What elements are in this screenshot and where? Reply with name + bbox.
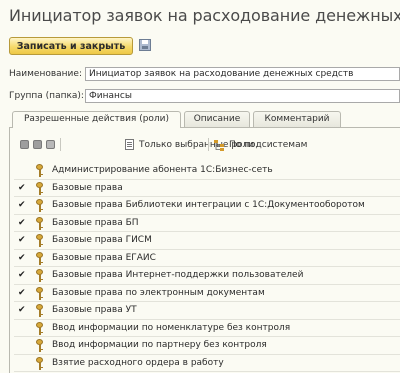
tab-description[interactable]: Описание [184,111,250,127]
save-and-close-button[interactable]: Записать и закрыть [9,37,133,55]
role-label: Администрирование абонента 1С:Бизнес-сет… [52,165,273,175]
list-item[interactable]: ✔ Базовые права БП [14,215,400,232]
key-icon [36,269,44,282]
roles-list: Администрирование абонента 1С:Бизнес-сет… [14,162,400,372]
document-icon[interactable] [125,139,134,150]
list-item[interactable]: ✔ Базовые права УТ [14,302,400,320]
role-label: Базовые права ГИСМ [52,235,152,245]
toolbar-divider-2 [208,138,209,151]
role-label: Базовые права Интернет-поддержки пользов… [52,270,304,280]
role-checkbox[interactable]: ✔ [18,270,26,280]
role-label: Базовые права [52,182,123,193]
role-checkbox[interactable]: ✔ [18,218,26,228]
toolbar-icon[interactable] [46,140,55,149]
role-checkbox[interactable]: ✔ [18,305,26,315]
role-label: Базовые права БП [52,217,139,228]
role-label: Базовые права ЕГАИС [52,252,156,263]
check-all-icon[interactable] [20,140,29,149]
key-icon [36,216,44,230]
key-icon [36,321,44,335]
role-checkbox[interactable]: ✔ [18,253,26,263]
list-item[interactable]: Взятие расходного ордера в работу [14,355,400,372]
subsystems-icon[interactable] [213,139,225,151]
role-checkbox[interactable]: ✔ [18,200,26,210]
list-item[interactable]: ✔ Базовые права [14,180,400,197]
list-item[interactable]: Администрирование абонента 1С:Бизнес-сет… [14,162,400,180]
list-item[interactable]: Ввод информации по партнеру без контроля [14,337,400,355]
name-field[interactable]: Инициатор заявок на расходование денежны… [85,67,400,81]
role-checkbox[interactable]: ✔ [18,288,26,298]
role-label: Взятие расходного ордера в работу [52,357,224,368]
role-label: Ввод информации по номенклатуре без конт… [52,322,291,333]
window-title: Инициатор заявок на расходование денежны… [9,6,400,25]
key-icon [36,234,44,247]
list-item[interactable]: ✔ Базовые права Интернет-поддержки польз… [14,267,400,285]
role-checkbox[interactable]: ✔ [18,183,26,193]
role-label: Ввод информации по партнеру без контроля [52,340,267,350]
role-checkbox[interactable]: ✔ [18,235,26,245]
key-icon [36,356,44,370]
key-icon [36,304,44,317]
key-icon [36,199,44,212]
name-label: Наименование: [9,69,82,79]
save-icon[interactable] [139,39,151,51]
group-field[interactable]: Финансы [85,89,400,103]
role-label: Базовые права Библиотеки интеграции с 1С… [52,200,365,210]
list-item[interactable]: ✔ Базовые права Библиотеки интеграции с … [14,197,400,215]
uncheck-all-icon[interactable] [33,140,42,149]
by-subsystems-button[interactable]: По подсистемам [229,140,307,150]
list-item[interactable]: ✔ Базовые права ГИСМ [14,232,400,250]
group-label: Группа (папка): [9,91,84,101]
key-icon [36,286,44,300]
key-icon [36,339,44,352]
tab-allowed-actions[interactable]: Разрешенные действия (роли) [12,111,181,128]
tab-comment[interactable]: Комментарий [253,111,341,127]
role-label: Базовые права УТ [52,305,137,315]
role-label: Базовые права по электронным документам [52,287,265,298]
list-item[interactable]: ✔ Базовые права ЕГАИС [14,250,400,267]
list-item[interactable]: Ввод информации по номенклатуре без конт… [14,320,400,337]
key-icon [36,251,44,265]
key-icon [36,181,44,195]
list-item[interactable]: ✔ Базовые права по электронным документа… [14,285,400,302]
key-icon [36,164,44,177]
toolbar-divider [60,138,61,151]
